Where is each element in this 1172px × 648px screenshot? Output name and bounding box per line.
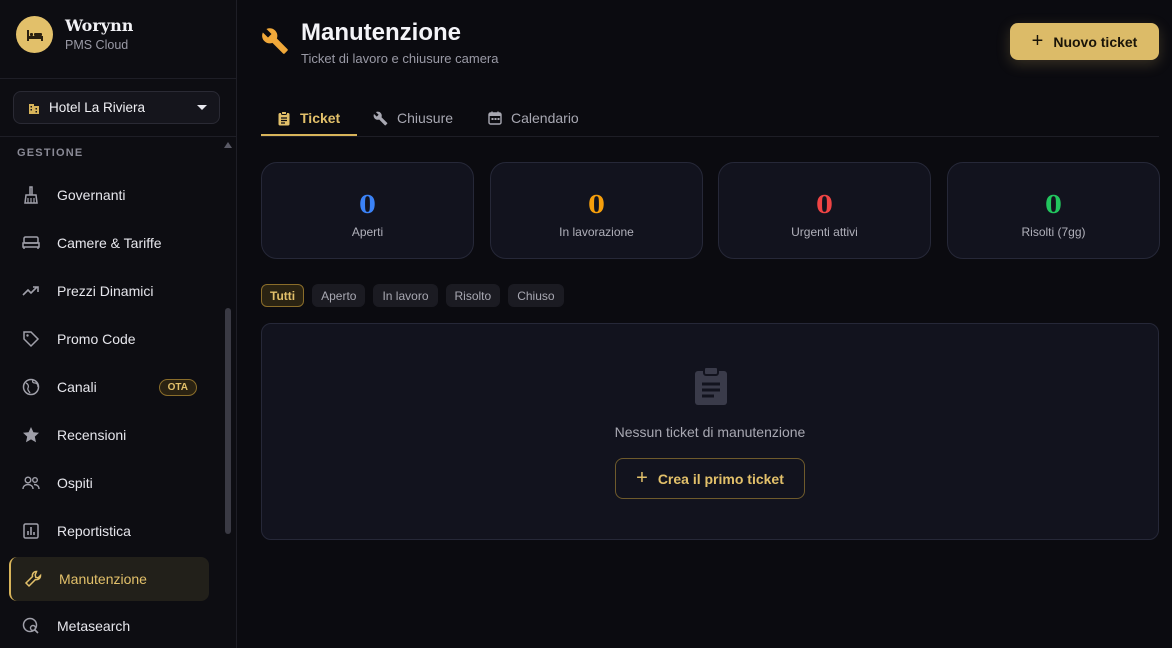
scroll-up-arrow[interactable] xyxy=(224,142,232,148)
stat-label: Urgenti attivi xyxy=(791,225,858,239)
stat-card-urgenti-attivi: 0 Urgenti attivi xyxy=(718,162,931,259)
hotel-selector[interactable]: Hotel La Riviera xyxy=(13,91,220,124)
sidebar-item-label: Promo Code xyxy=(57,331,136,347)
stat-label: Aperti xyxy=(351,225,384,239)
sidebar-item-label: Camere & Tariffe xyxy=(57,235,162,251)
tab-ticket[interactable]: Ticket xyxy=(277,100,340,136)
page-subtitle: Ticket di lavoro e chiusure camera xyxy=(301,51,499,66)
filter-in-lavoro[interactable]: In lavoro xyxy=(373,284,438,307)
wrench-icon xyxy=(261,27,289,60)
sidebar-item-prezzi-dinamici[interactable]: Prezzi Dinamici xyxy=(9,269,209,313)
bed-icon xyxy=(16,16,53,53)
section-title: GESTIONE xyxy=(17,147,84,159)
broom-icon xyxy=(21,185,41,205)
sidebar-item-label: Prezzi Dinamici xyxy=(57,283,154,299)
hotel-selector-value: Hotel La Riviera xyxy=(49,100,146,115)
sidebar-item-label: Reportistica xyxy=(57,523,131,539)
star-icon xyxy=(21,425,41,445)
plus-icon: + xyxy=(1031,30,1044,52)
chevron-down-icon xyxy=(197,105,207,110)
create-first-ticket-label: Crea il primo ticket xyxy=(657,470,784,487)
tab-label: Ticket xyxy=(300,110,341,126)
bar-chart-icon xyxy=(21,521,41,541)
tab-calendario[interactable]: Calendario xyxy=(488,100,579,136)
trending-up-icon xyxy=(21,281,41,301)
sidebar-item-recensioni[interactable]: Recensioni xyxy=(9,413,209,457)
sidebar-item-label: Canali xyxy=(57,379,97,395)
clipboard-icon xyxy=(277,110,291,126)
sidebar-item-manutenzione[interactable]: Manutenzione xyxy=(9,557,209,601)
filter-tutti[interactable]: Tutti xyxy=(261,284,305,307)
sidebar: Worynn PMS Cloud Hotel La Riviera GESTIO… xyxy=(0,0,237,648)
tag-icon xyxy=(21,329,41,349)
new-ticket-button[interactable]: + Nuovo ticket xyxy=(1010,23,1159,60)
new-ticket-label: Nuovo ticket xyxy=(1053,33,1138,50)
stat-card-in-lavorazione: 0 In lavorazione xyxy=(490,162,703,259)
sidebar-item-label: Recensioni xyxy=(57,427,127,443)
sidebar-item-ospiti[interactable]: Ospiti xyxy=(9,461,209,505)
stat-value: 0 xyxy=(1045,190,1062,219)
sidebar-item-reportistica[interactable]: Reportistica xyxy=(9,509,209,553)
tickets-empty-state: Nessun ticket di manutenzione + Crea il … xyxy=(261,323,1159,540)
stat-value: 0 xyxy=(588,190,605,219)
tabs-divider xyxy=(261,136,1159,137)
filter-aperto[interactable]: Aperto xyxy=(312,284,366,307)
sidebar-item-canali[interactable]: Canali OTA xyxy=(9,365,209,409)
sidebar-item-label: Ospiti xyxy=(57,475,93,491)
sidebar-scrollbar[interactable] xyxy=(225,308,231,534)
sidebar-item-governanti[interactable]: Governanti xyxy=(9,173,209,217)
page-title: Manutenzione xyxy=(301,19,461,46)
tab-label: Chiusure xyxy=(397,110,454,126)
tab-chiusure[interactable]: Chiusure xyxy=(373,100,453,136)
stat-label: In lavorazione xyxy=(559,225,634,239)
plus-icon: + xyxy=(636,467,648,489)
ota-badge: OTA xyxy=(158,379,197,396)
stat-card-risolti: 0 Risolti (7gg) xyxy=(947,162,1160,259)
stat-value: 0 xyxy=(359,190,376,219)
bed-icon xyxy=(21,233,41,253)
calendar-icon xyxy=(488,111,502,125)
create-first-ticket-button[interactable]: + Crea il primo ticket xyxy=(615,458,805,499)
active-tab-indicator xyxy=(261,134,357,136)
stat-label: Risolti (7gg) xyxy=(1021,225,1086,239)
stat-card-aperti: 0 Aperti xyxy=(261,162,474,259)
stat-value: 0 xyxy=(816,190,833,219)
building-icon xyxy=(27,101,41,115)
sidebar-item-label: Metasearch xyxy=(57,618,131,634)
sidebar-item-label: Manutenzione xyxy=(59,571,147,587)
filter-chiuso[interactable]: Chiuso xyxy=(508,284,564,307)
filter-risolto[interactable]: Risolto xyxy=(445,284,501,307)
sidebar-item-promo-code[interactable]: Promo Code xyxy=(9,317,209,361)
globe-icon xyxy=(21,377,41,397)
wrench-icon xyxy=(23,569,43,589)
brand[interactable]: Worynn PMS Cloud xyxy=(16,16,133,53)
divider xyxy=(0,78,236,79)
sidebar-item-label: Governanti xyxy=(57,187,126,203)
status-filters: Tutti Aperto In lavoro Risolto Chiuso xyxy=(261,284,572,307)
travel-explore-icon xyxy=(21,616,41,636)
clipboard-icon xyxy=(692,366,730,411)
sidebar-item-camere-tariffe[interactable]: Camere & Tariffe xyxy=(9,221,209,265)
tab-label: Calendario xyxy=(511,110,579,126)
empty-message: Nessun ticket di manutenzione xyxy=(614,424,806,440)
sidebar-item-metasearch[interactable]: Metasearch xyxy=(9,604,209,648)
wrench-icon xyxy=(373,111,388,126)
people-icon xyxy=(21,473,41,493)
brand-subtitle: PMS Cloud xyxy=(65,38,129,52)
brand-name: Worynn xyxy=(65,16,134,35)
divider xyxy=(0,136,236,137)
